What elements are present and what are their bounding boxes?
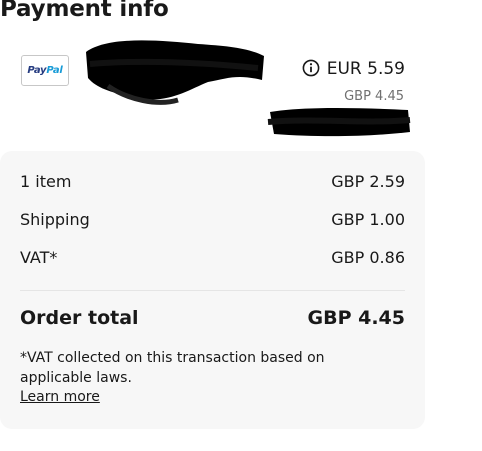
redacted-email-scribble <box>267 108 411 137</box>
paypal-logo: Pay Pal <box>21 55 69 86</box>
page-title: Payment info <box>0 0 169 22</box>
vat-note: *VAT collected on this transaction based… <box>20 350 325 386</box>
order-total-label: Order total <box>20 307 139 329</box>
summary-row-items: 1 item GBP 2.59 <box>20 172 405 191</box>
order-summary-panel: 1 item GBP 2.59 Shipping GBP 1.00 VAT* G… <box>0 151 425 429</box>
summary-row-value: GBP 0.86 <box>331 248 405 267</box>
payment-amount-primary: EUR 5.59 <box>326 59 405 79</box>
summary-row-label: Shipping <box>20 210 90 229</box>
paypal-logo-pay: Pay <box>27 65 47 76</box>
summary-row-value: GBP 2.59 <box>331 172 405 191</box>
summary-row-label: VAT* <box>20 248 58 267</box>
paypal-logo-pal: Pal <box>46 65 63 76</box>
summary-row-value: GBP 1.00 <box>331 210 405 229</box>
info-circle-icon[interactable] <box>302 59 320 77</box>
payment-amount-secondary: GBP 4.45 <box>344 89 404 104</box>
summary-row-vat: VAT* GBP 0.86 <box>20 248 405 267</box>
redacted-account-scribble <box>86 40 264 105</box>
order-total-value: GBP 4.45 <box>307 307 406 329</box>
learn-more-link[interactable]: Learn more <box>20 389 100 405</box>
summary-row-shipping: Shipping GBP 1.00 <box>20 210 405 229</box>
order-total-row: Order total GBP 4.45 <box>20 307 405 329</box>
summary-row-label: 1 item <box>20 172 72 191</box>
divider <box>20 290 405 291</box>
